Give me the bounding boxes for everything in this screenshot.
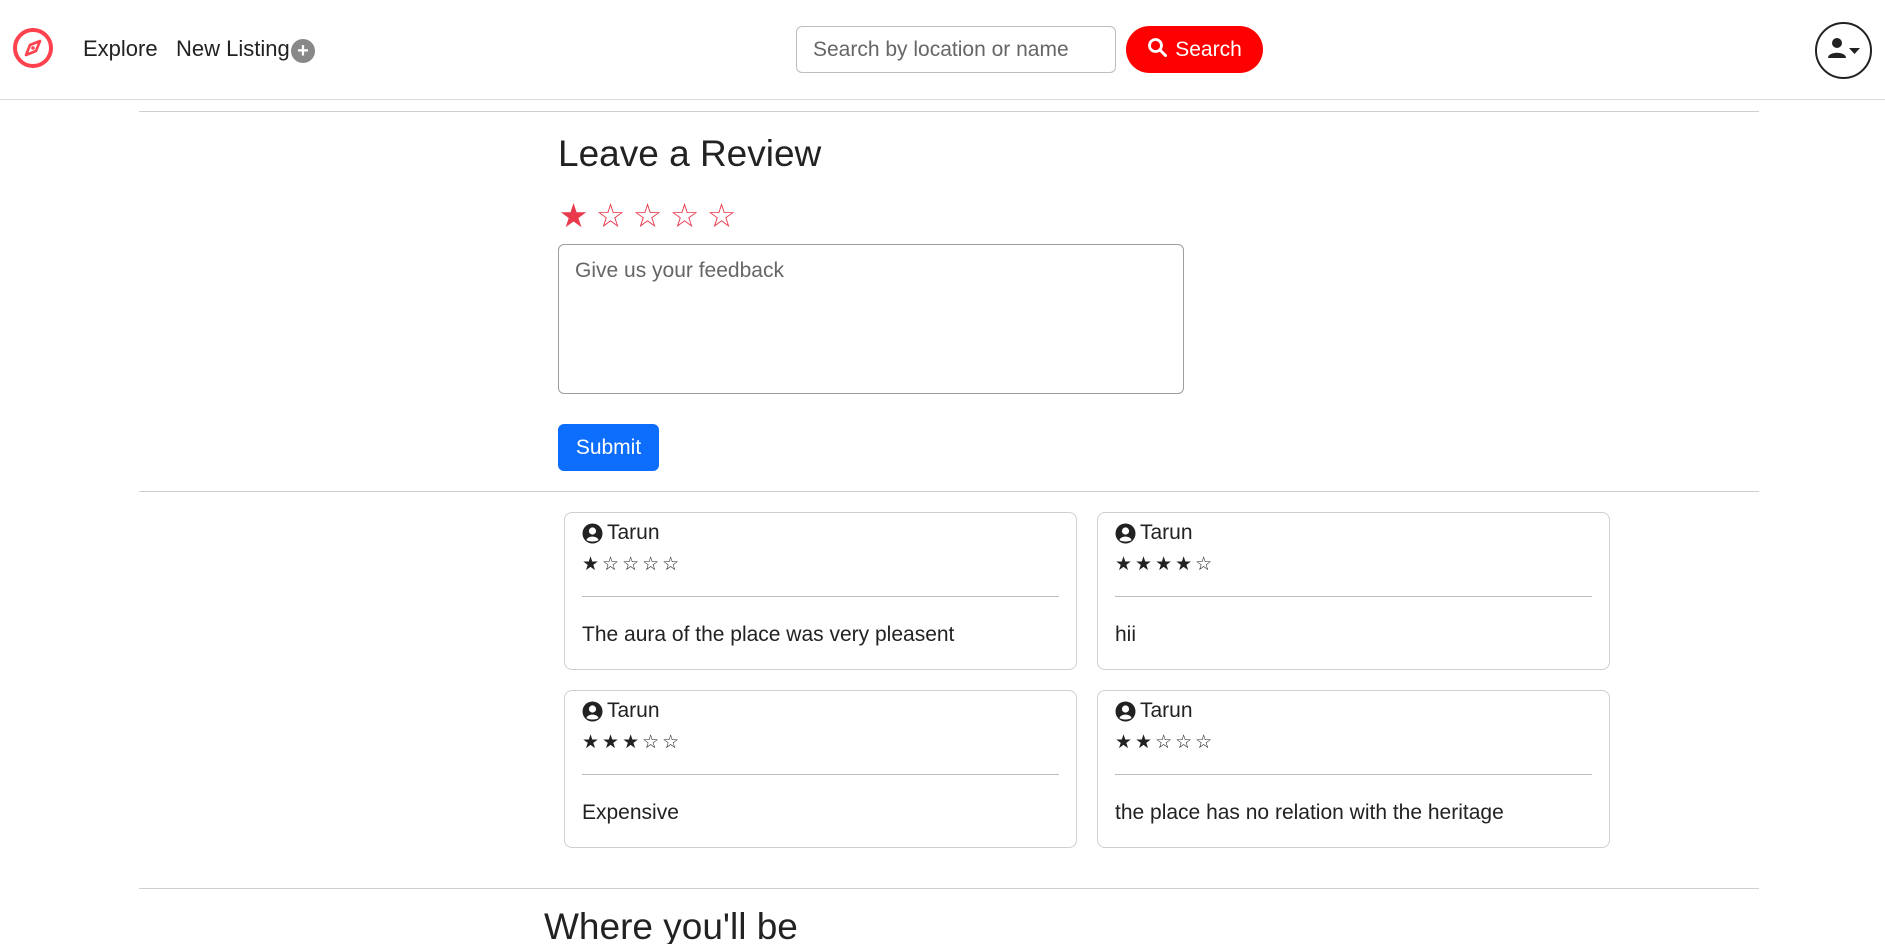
search-input[interactable] [796, 26, 1116, 73]
profile-menu-button[interactable] [1815, 22, 1872, 79]
review-author: Tarun [1115, 521, 1193, 545]
rating-star-2[interactable]: ☆ [595, 196, 626, 235]
review-author-name: Tarun [1140, 699, 1193, 722]
review-stars: ★★☆☆☆ [1115, 732, 1216, 753]
review-stars: ★☆☆☆☆ [582, 554, 683, 575]
location-heading: Where you'll be [544, 906, 798, 944]
review-author-name: Tarun [607, 521, 660, 544]
nav-new-listing-link[interactable]: New Listing [176, 36, 290, 62]
rating-star-5[interactable]: ☆ [706, 196, 737, 235]
compass-icon[interactable] [12, 27, 54, 69]
review-author: Tarun [582, 521, 660, 545]
plus-circle-icon[interactable]: + [291, 39, 315, 63]
section-divider [139, 111, 1759, 112]
rating-star-1[interactable]: ★ [558, 196, 589, 235]
review-card: Tarun ★★★★☆ hii [1097, 512, 1610, 670]
review-comment: the place has no relation with the herit… [1115, 801, 1504, 824]
user-circle-icon [1115, 523, 1136, 543]
review-card: Tarun ★★★☆☆ Expensive [564, 690, 1077, 848]
user-circle-icon [1115, 701, 1136, 721]
review-card: Tarun ★★☆☆☆ the place has no relation wi… [1097, 690, 1610, 848]
rating-star-4[interactable]: ☆ [669, 196, 700, 235]
review-author-name: Tarun [1140, 521, 1193, 544]
nav-explore-link[interactable]: Explore [83, 36, 158, 62]
submit-button[interactable]: Submit [558, 424, 659, 471]
review-author: Tarun [582, 699, 660, 723]
section-divider [139, 888, 1759, 889]
review-author-name: Tarun [607, 699, 660, 722]
search-button-label: Search [1175, 37, 1242, 61]
navbar: Explore New Listing + Search [0, 0, 1885, 100]
review-stars: ★★★★☆ [1115, 554, 1216, 575]
caret-down-icon [1849, 42, 1860, 60]
section-divider [139, 491, 1759, 492]
card-divider [1115, 774, 1592, 775]
review-author: Tarun [1115, 699, 1193, 723]
review-comment: hii [1115, 623, 1137, 646]
rating-input[interactable]: ★ ☆ ☆ ☆ ☆ [558, 196, 737, 235]
search-button[interactable]: Search [1126, 26, 1263, 73]
rating-star-3[interactable]: ☆ [632, 196, 663, 235]
review-card: Tarun ★☆☆☆☆ The aura of the place was ve… [564, 512, 1077, 670]
review-comment: The aura of the place was very pleasent [582, 623, 955, 646]
review-heading: Leave a Review [558, 133, 822, 174]
card-divider [1115, 596, 1592, 597]
review-stars: ★★★☆☆ [582, 732, 683, 753]
card-divider [582, 596, 1059, 597]
user-icon [1827, 37, 1847, 64]
user-circle-icon [582, 523, 603, 543]
review-comment: Expensive [582, 801, 679, 824]
card-divider [582, 774, 1059, 775]
search-icon [1147, 37, 1168, 63]
feedback-textarea[interactable] [558, 244, 1184, 394]
user-circle-icon [582, 701, 603, 721]
